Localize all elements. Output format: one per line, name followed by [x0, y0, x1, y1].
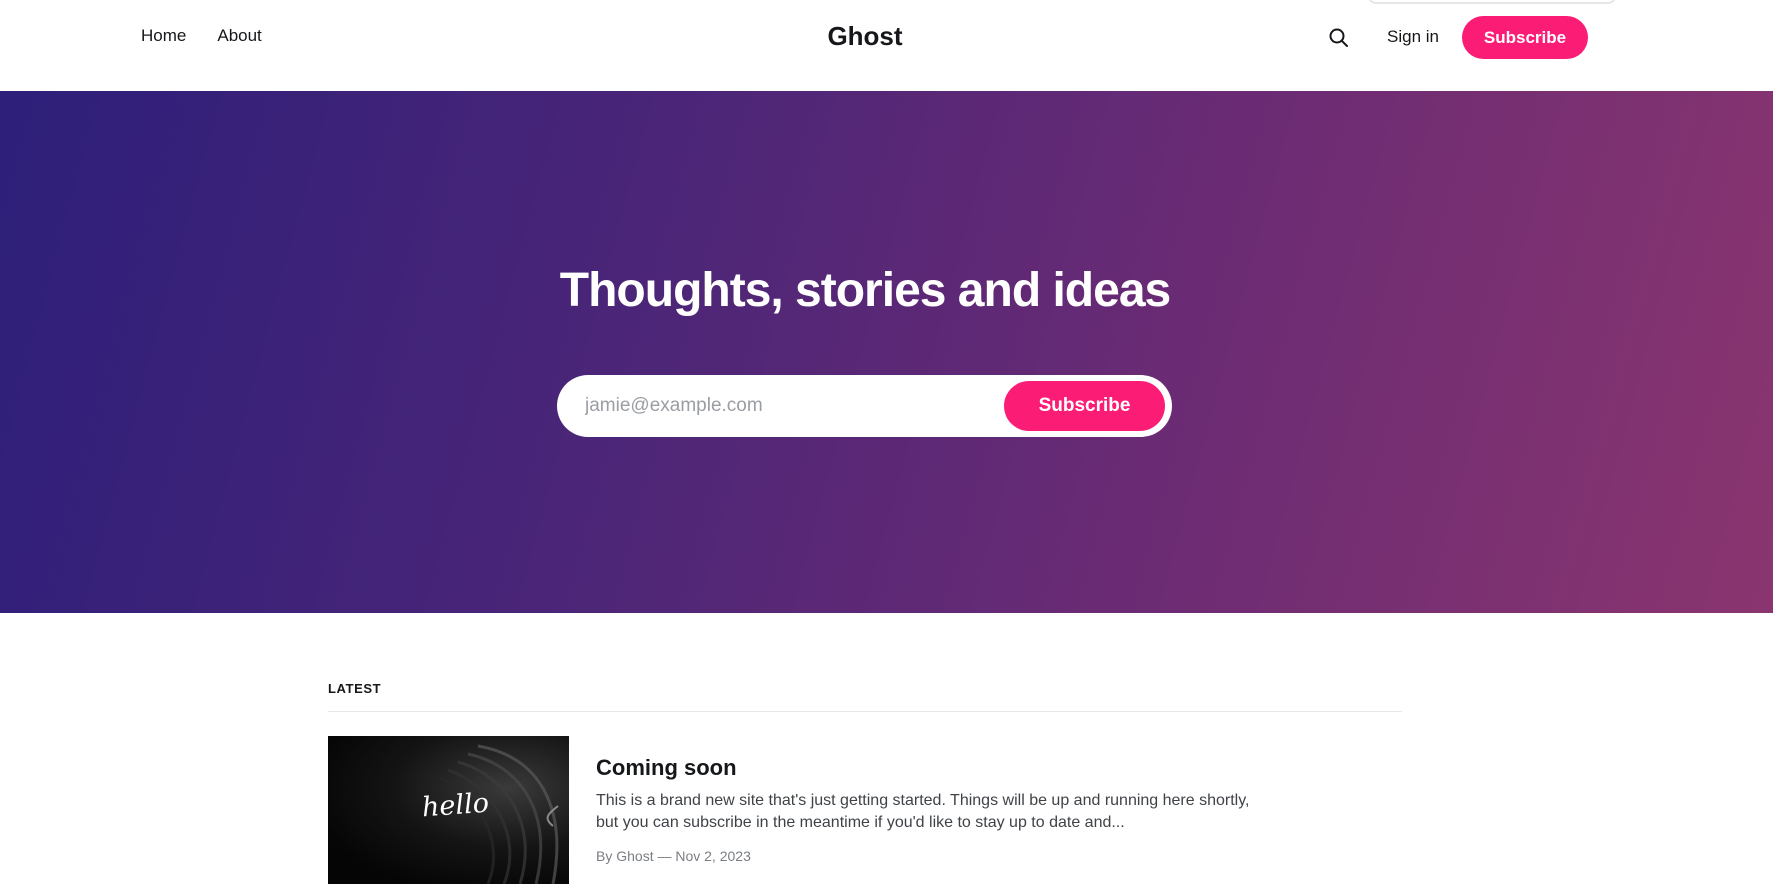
thumbnail-text: hello [421, 787, 490, 824]
post-excerpt: This is a brand new site that's just get… [596, 792, 1250, 831]
header-subscribe-button[interactable]: Subscribe [1462, 16, 1588, 59]
post-title[interactable]: Coming soon [596, 754, 737, 782]
hero-subscribe-button[interactable]: Subscribe [1004, 381, 1165, 431]
latest-section-label: LATEST [328, 681, 382, 696]
section-divider [328, 711, 1402, 712]
top-tab-decoration [1368, 0, 1616, 4]
signin-link[interactable]: Sign in [1387, 24, 1439, 50]
site-header: Home About Ghost Sign in Subscribe [0, 0, 1773, 91]
hero-title: Thoughts, stories and ideas [559, 264, 1171, 317]
search-button[interactable] [1325, 24, 1353, 52]
hero-subscribe-form: Subscribe [557, 375, 1172, 437]
hero-banner: Thoughts, stories and ideas Subscribe [0, 91, 1773, 613]
search-icon [1329, 28, 1348, 47]
post-thumbnail[interactable]: hello [328, 736, 569, 884]
email-input[interactable] [585, 388, 985, 424]
post-meta: By Ghost — Nov 2, 2023 [596, 848, 751, 864]
